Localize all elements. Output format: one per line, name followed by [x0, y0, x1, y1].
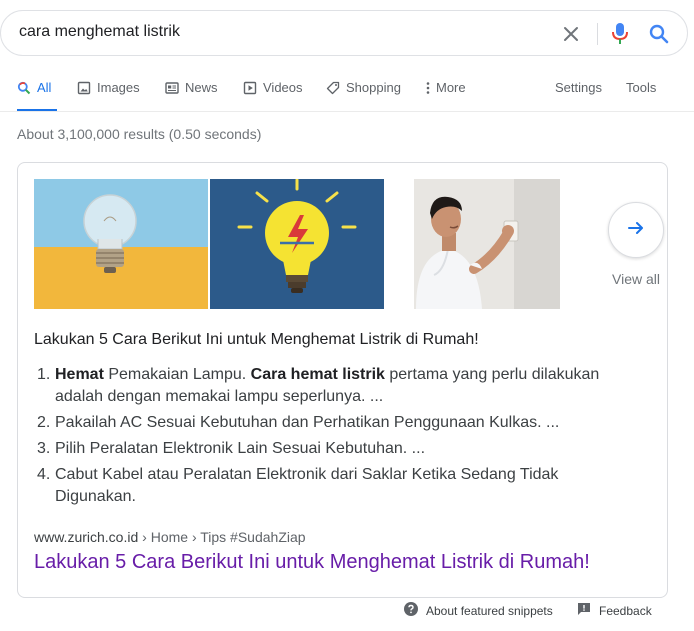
clear-icon[interactable]: [559, 22, 583, 46]
breadcrumb-domain: www.zurich.co.id: [34, 529, 139, 545]
tab-label: More: [436, 80, 466, 95]
snippet-image-bulb-illustration[interactable]: [210, 179, 384, 309]
snippet-list: 1. Hemat Pemakaian Lampu. Cara hemat lis…: [34, 364, 634, 512]
list-number: 4.: [37, 466, 51, 483]
search-icon: [17, 80, 31, 98]
about-featured-snippets-link[interactable]: About featured snippets: [404, 602, 553, 619]
tab-label: News: [185, 80, 218, 95]
tab-label: All: [37, 80, 52, 95]
list-item: 2. Pakailah AC Sesuai Kebutuhan dan Perh…: [34, 412, 634, 434]
play-icon: [243, 80, 257, 98]
highlight-text: Hemat: [55, 366, 104, 383]
tab-label: Tools: [626, 80, 657, 95]
help-icon: [404, 602, 418, 619]
tab-label: Shopping: [346, 80, 401, 95]
image-icon: [77, 80, 91, 98]
result-breadcrumb: www.zurich.co.id › Home › Tips #SudahZia…: [34, 529, 306, 545]
feedback-link[interactable]: Feedback: [577, 602, 652, 619]
tab-more[interactable]: More: [426, 80, 466, 112]
list-number: 3.: [37, 440, 51, 457]
tab-label: Settings: [555, 80, 602, 95]
list-number: 2.: [37, 414, 51, 431]
tab-images[interactable]: Images: [77, 80, 140, 112]
breadcrumb-path: › Home › Tips #SudahZiap: [138, 529, 306, 545]
view-all-button[interactable]: [608, 202, 664, 258]
highlight-text: Cara hemat listrik: [250, 366, 385, 383]
search-input[interactable]: cara menghemat listrik: [19, 23, 180, 41]
search-tabs: All Images News Videos Shopping More Set…: [0, 70, 694, 112]
view-all-link[interactable]: View all: [612, 271, 660, 287]
snippet-image-man-switch[interactable]: [386, 179, 560, 309]
tab-tools[interactable]: Tools: [626, 80, 656, 112]
result-stats: About 3,100,000 results (0.50 seconds): [17, 126, 262, 142]
search-divider: [597, 23, 598, 45]
news-icon: [165, 80, 179, 98]
search-bar: cara menghemat listrik: [0, 10, 688, 56]
snippet-image-bulb[interactable]: [34, 179, 208, 309]
tab-news[interactable]: News: [165, 80, 218, 112]
tabs-divider: [0, 111, 694, 112]
tab-label: Videos: [263, 80, 303, 95]
tab-settings[interactable]: Settings: [555, 80, 602, 112]
feedback-icon: [577, 602, 591, 619]
list-text: Pemakaian Lampu.: [103, 366, 251, 383]
footer-label: About featured snippets: [426, 603, 553, 618]
tab-shopping[interactable]: Shopping: [326, 80, 401, 112]
list-number: 1.: [37, 366, 51, 383]
list-item: 1. Hemat Pemakaian Lampu. Cara hemat lis…: [34, 364, 634, 408]
tab-videos[interactable]: Videos: [243, 80, 303, 112]
result-title-link[interactable]: Lakukan 5 Cara Berikut Ini untuk Menghem…: [34, 551, 590, 574]
list-text: Cabut Kabel atau Peralatan Elektronik da…: [55, 466, 559, 505]
list-text: Pilih Peralatan Elektronik Lain Sesuai K…: [55, 440, 426, 457]
tag-icon: [326, 80, 340, 98]
snippet-heading: Lakukan 5 Cara Berikut Ini untuk Menghem…: [34, 331, 479, 348]
featured-snippet-card: View all Lakukan 5 Cara Berikut Ini untu…: [17, 162, 668, 598]
footer-label: Feedback: [599, 603, 652, 618]
more-vert-icon: [426, 80, 430, 98]
list-text: Pakailah AC Sesuai Kebutuhan dan Perhati…: [55, 414, 560, 431]
list-item: 4. Cabut Kabel atau Peralatan Elektronik…: [34, 464, 634, 508]
microphone-icon[interactable]: [608, 21, 632, 47]
arrow-right-icon: [626, 218, 646, 243]
search-icon[interactable]: [647, 22, 671, 46]
tab-all[interactable]: All: [17, 80, 58, 112]
list-item: 3. Pilih Peralatan Elektronik Lain Sesua…: [34, 438, 634, 460]
tab-label: Images: [97, 80, 140, 95]
